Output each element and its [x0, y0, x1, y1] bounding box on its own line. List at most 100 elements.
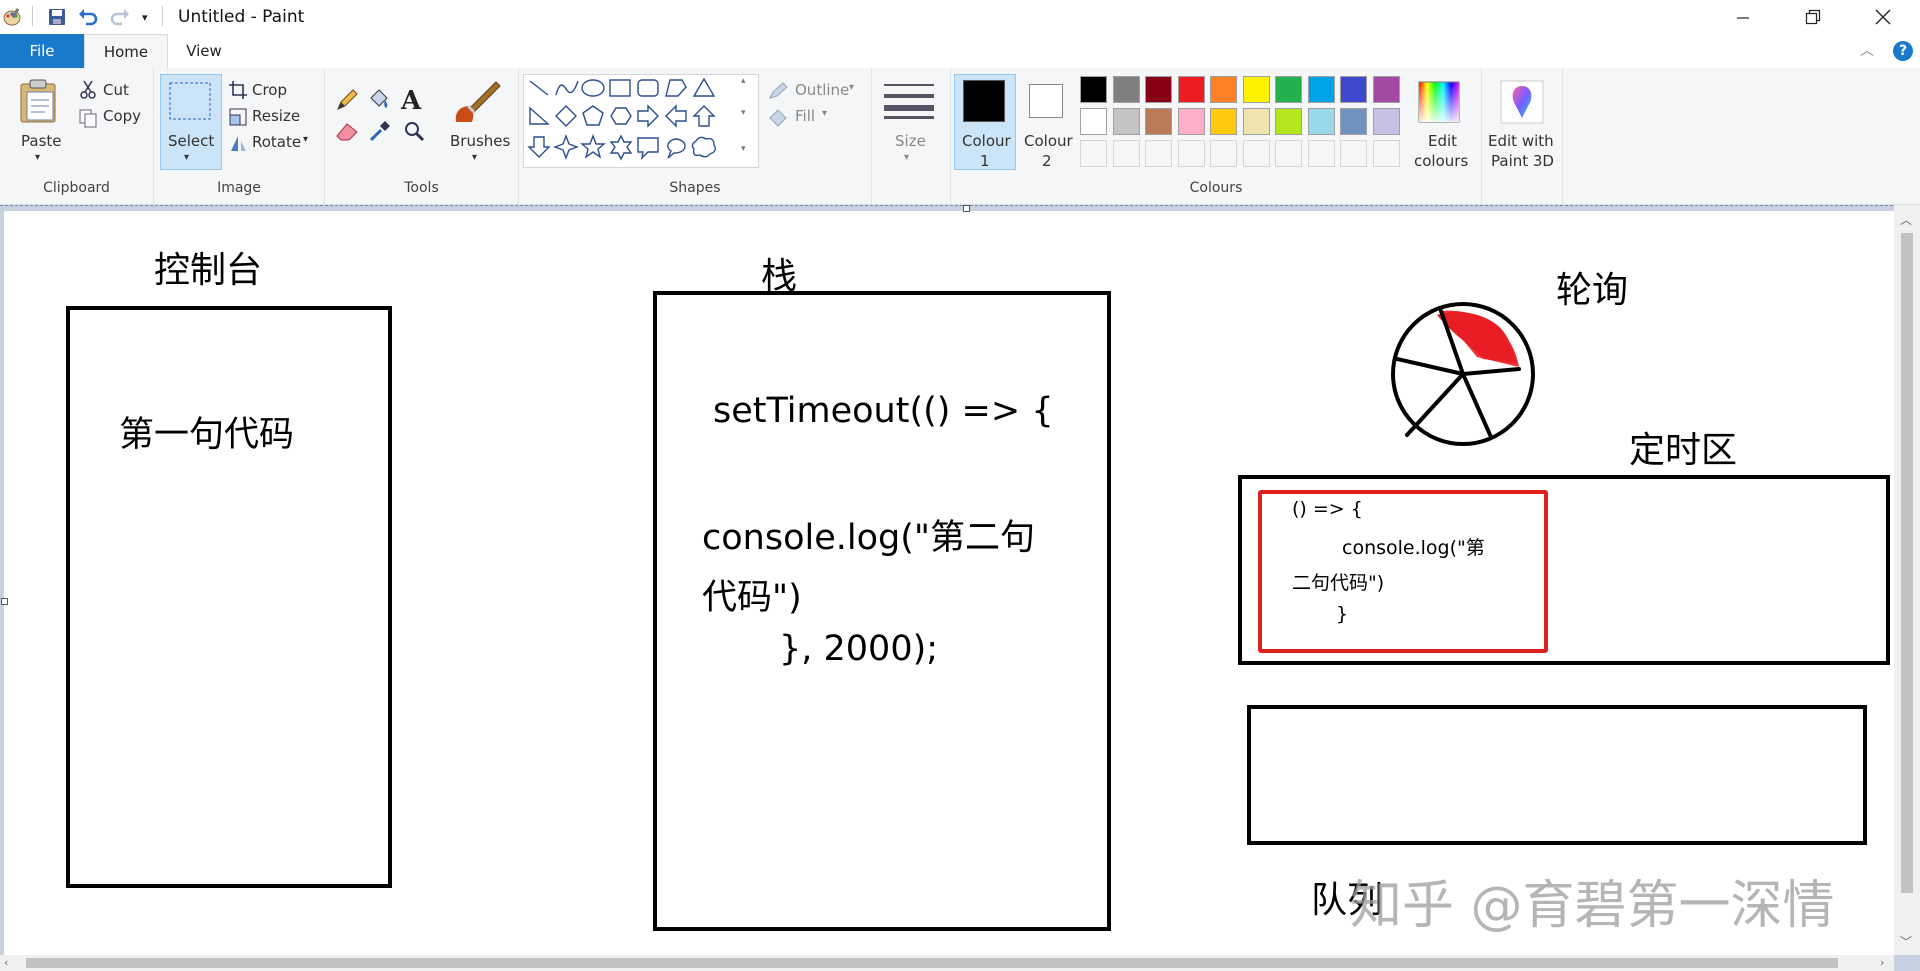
tab-home[interactable]: Home	[84, 34, 168, 70]
vertical-scroll-thumb[interactable]	[1901, 233, 1913, 893]
close-button[interactable]	[1860, 0, 1906, 34]
horizontal-scroll-thumb[interactable]	[26, 958, 1838, 968]
canvas-resize-handle-left[interactable]	[1, 598, 8, 605]
drawing-canvas[interactable]: 控制台 第一句代码 栈 setTimeout(() => { console.l…	[4, 211, 1894, 955]
palette-swatch-0-3[interactable]	[1177, 76, 1205, 103]
colour2-label[interactable]: Colour	[1024, 132, 1073, 150]
redo-icon[interactable]	[110, 6, 130, 28]
size-lines-icon[interactable]	[884, 82, 934, 126]
crop-icon[interactable]	[229, 81, 247, 103]
size-button[interactable]: Size	[895, 132, 926, 150]
outline-dropdown-icon[interactable]: ▾	[849, 82, 854, 93]
scroll-right-icon[interactable]: ›	[1880, 956, 1884, 969]
canvas-resize-handle-top[interactable]	[963, 205, 970, 212]
palette-swatch-1-1[interactable]	[1112, 108, 1140, 135]
tab-file[interactable]: File	[0, 34, 84, 68]
palette-swatch-1-4[interactable]	[1210, 108, 1237, 135]
custom-colour-slot-7[interactable]	[1307, 140, 1335, 167]
custom-colour-slot-1[interactable]	[1112, 140, 1140, 167]
paste-icon[interactable]	[18, 78, 60, 130]
minimize-button[interactable]	[1720, 0, 1766, 34]
edit-colours-icon[interactable]	[1417, 80, 1461, 128]
edit-colours-label-1[interactable]: Edit	[1428, 132, 1457, 150]
brushes-icon[interactable]	[452, 78, 502, 130]
palette-swatch-1-8[interactable]	[1340, 108, 1367, 135]
select-dropdown-icon[interactable]: ▾	[184, 152, 189, 163]
vertical-scrollbar[interactable]: ︿ ﹀	[1894, 205, 1920, 955]
paste-dropdown-icon[interactable]: ▾	[35, 152, 40, 163]
cut-icon[interactable]	[79, 80, 97, 104]
resize-button[interactable]: Resize	[252, 107, 300, 125]
rotate-dropdown-icon[interactable]: ▾	[303, 134, 308, 145]
paint3d-label-1[interactable]: Edit with	[1488, 132, 1554, 150]
custom-colour-slot-4[interactable]	[1210, 140, 1237, 167]
custom-colour-slot-5[interactable]	[1242, 140, 1270, 167]
cut-button[interactable]: Cut	[103, 81, 129, 99]
palette-swatch-0-9[interactable]	[1372, 76, 1400, 103]
custom-colour-slot-9[interactable]	[1372, 140, 1400, 167]
magnifier-icon[interactable]	[403, 120, 425, 146]
scroll-down-icon[interactable]: ﹀	[1900, 933, 1912, 950]
scroll-left-icon[interactable]: ‹	[4, 956, 8, 969]
palette-swatch-0-4[interactable]	[1210, 76, 1237, 103]
rotate-button[interactable]: Rotate	[252, 133, 301, 151]
palette-swatch-0-1[interactable]	[1112, 76, 1140, 103]
customize-qa-icon[interactable]: ▾	[142, 6, 148, 28]
shapes-gallery[interactable]	[523, 74, 759, 168]
palette-swatch-1-2[interactable]	[1145, 108, 1172, 135]
paint3d-icon[interactable]	[1500, 80, 1544, 128]
eraser-icon[interactable]	[335, 120, 359, 146]
palette-swatch-1-9[interactable]	[1372, 108, 1400, 135]
custom-colour-slot-2[interactable]	[1145, 140, 1172, 167]
fill-bucket-icon[interactable]	[367, 88, 391, 116]
outline-icon[interactable]	[767, 82, 789, 104]
minimize-ribbon-icon[interactable]: ︿	[1860, 40, 1874, 60]
palette-swatch-1-3[interactable]	[1177, 108, 1205, 135]
palette-swatch-1-6[interactable]	[1275, 108, 1302, 135]
palette-swatch-1-0[interactable]	[1080, 108, 1107, 135]
palette-swatch-0-6[interactable]	[1275, 76, 1302, 103]
shapes-scroll-up-icon[interactable]: ▴	[741, 76, 746, 86]
fill-dropdown-icon[interactable]: ▾	[822, 108, 827, 119]
colour2-swatch[interactable]	[1029, 84, 1063, 118]
palette-swatch-0-7[interactable]	[1307, 76, 1335, 103]
palette-swatch-0-0[interactable]	[1080, 76, 1107, 103]
text-tool-icon[interactable]: A	[401, 86, 421, 116]
palette-swatch-0-5[interactable]	[1242, 76, 1270, 103]
horizontal-scrollbar[interactable]: ‹ ›	[0, 955, 1894, 971]
paint3d-label-2[interactable]: Paint 3D	[1491, 152, 1554, 170]
save-icon[interactable]	[48, 6, 66, 28]
custom-colour-slot-8[interactable]	[1340, 140, 1367, 167]
palette-swatch-0-8[interactable]	[1340, 76, 1367, 103]
undo-icon[interactable]	[78, 6, 98, 28]
colours-group-label: Colours	[1189, 180, 1243, 196]
crop-button[interactable]: Crop	[252, 81, 287, 99]
fill-icon[interactable]	[767, 108, 789, 132]
palette-swatch-0-2[interactable]	[1145, 76, 1172, 103]
custom-colour-slot-6[interactable]	[1275, 140, 1302, 167]
colour-picker-icon[interactable]	[369, 120, 391, 146]
size-dropdown-icon[interactable]: ▾	[904, 152, 909, 163]
paint-app-icon[interactable]	[2, 6, 22, 28]
fill-button[interactable]: Fill	[795, 107, 815, 125]
palette-swatch-1-5[interactable]	[1242, 108, 1270, 135]
rotate-icon[interactable]	[229, 134, 247, 156]
copy-icon[interactable]	[78, 108, 98, 132]
shapes-scroll-down-icon[interactable]: ▾	[741, 108, 746, 118]
palette-swatch-1-7[interactable]	[1307, 108, 1335, 135]
custom-colour-slot-0[interactable]	[1080, 140, 1107, 167]
resize-icon[interactable]	[229, 108, 247, 130]
tab-view[interactable]: View	[166, 34, 242, 68]
paste-button[interactable]: Paste	[21, 132, 62, 150]
custom-colour-slot-3[interactable]	[1177, 140, 1205, 167]
edit-colours-label-2[interactable]: colours	[1414, 152, 1468, 170]
brushes-dropdown-icon[interactable]: ▾	[472, 152, 477, 163]
restore-button[interactable]	[1790, 0, 1836, 34]
pencil-icon[interactable]	[335, 88, 359, 116]
copy-button[interactable]: Copy	[103, 107, 141, 125]
outline-button[interactable]: Outline	[795, 81, 849, 99]
scroll-up-icon[interactable]: ︿	[1900, 211, 1912, 228]
help-icon[interactable]: ?	[1893, 41, 1913, 61]
brushes-button[interactable]: Brushes	[450, 132, 510, 150]
shapes-more-icon[interactable]: ▾	[741, 144, 746, 154]
